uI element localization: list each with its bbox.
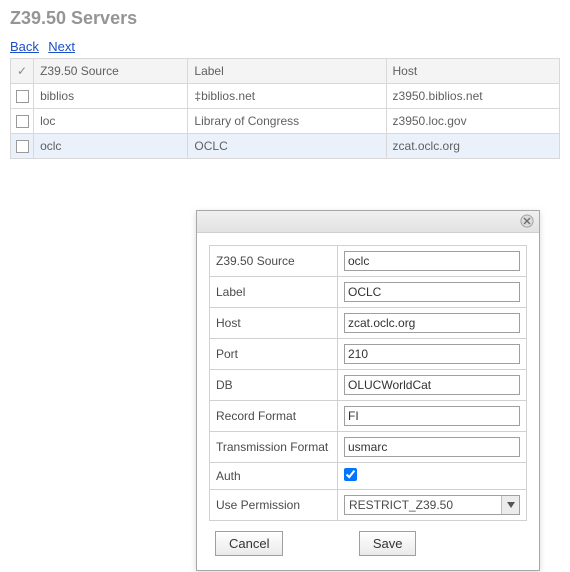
row-checkbox[interactable]	[16, 115, 29, 128]
field-label-use-permission: Use Permission	[210, 490, 338, 521]
use-permission-value: RESTRICT_Z39.50	[345, 496, 501, 514]
chevron-down-icon[interactable]	[501, 496, 519, 514]
field-label-db: DB	[210, 370, 338, 401]
cell-source: loc	[34, 109, 188, 134]
db-input[interactable]	[344, 375, 520, 395]
col-header-check[interactable]: ✓	[11, 59, 34, 84]
field-label-auth: Auth	[210, 463, 338, 490]
cell-host: zcat.oclc.org	[386, 134, 559, 159]
row-checkbox[interactable]	[16, 140, 29, 153]
cell-source: oclc	[34, 134, 188, 159]
cell-source: biblios	[34, 84, 188, 109]
nav-links: Back Next	[10, 39, 560, 54]
record-format-input[interactable]	[344, 406, 520, 426]
page-title: Z39.50 Servers	[10, 8, 560, 29]
next-link[interactable]: Next	[48, 39, 75, 54]
cancel-button[interactable]: Cancel	[215, 531, 283, 556]
row-checkbox[interactable]	[16, 90, 29, 103]
field-label-transmission-format: Transmission Format	[210, 432, 338, 463]
port-input[interactable]	[344, 344, 520, 364]
field-label-host: Host	[210, 308, 338, 339]
field-label-port: Port	[210, 339, 338, 370]
edit-server-dialog: Z39.50 Source Label Host Port DB Record …	[196, 210, 540, 571]
save-button[interactable]: Save	[359, 531, 417, 556]
close-icon[interactable]	[519, 213, 535, 229]
cell-label: Library of Congress	[188, 109, 386, 134]
col-header-host[interactable]: Host	[386, 59, 559, 84]
use-permission-select[interactable]: RESTRICT_Z39.50	[344, 495, 520, 515]
transmission-format-input[interactable]	[344, 437, 520, 457]
cell-host: z3950.biblios.net	[386, 84, 559, 109]
auth-checkbox[interactable]	[344, 468, 357, 481]
cell-label: ‡biblios.net	[188, 84, 386, 109]
servers-table: ✓ Z39.50 Source Label Host biblios ‡bibl…	[10, 58, 560, 159]
table-row[interactable]: loc Library of Congress z3950.loc.gov	[11, 109, 560, 134]
field-label-label: Label	[210, 277, 338, 308]
col-header-label[interactable]: Label	[188, 59, 386, 84]
field-label-record-format: Record Format	[210, 401, 338, 432]
server-form: Z39.50 Source Label Host Port DB Record …	[209, 245, 527, 521]
table-row[interactable]: oclc OCLC zcat.oclc.org	[11, 134, 560, 159]
dialog-header[interactable]	[197, 211, 539, 233]
source-input[interactable]	[344, 251, 520, 271]
label-input[interactable]	[344, 282, 520, 302]
field-label-source: Z39.50 Source	[210, 246, 338, 277]
table-row[interactable]: biblios ‡biblios.net z3950.biblios.net	[11, 84, 560, 109]
back-link[interactable]: Back	[10, 39, 39, 54]
cell-label: OCLC	[188, 134, 386, 159]
col-header-source[interactable]: Z39.50 Source	[34, 59, 188, 84]
host-input[interactable]	[344, 313, 520, 333]
cell-host: z3950.loc.gov	[386, 109, 559, 134]
